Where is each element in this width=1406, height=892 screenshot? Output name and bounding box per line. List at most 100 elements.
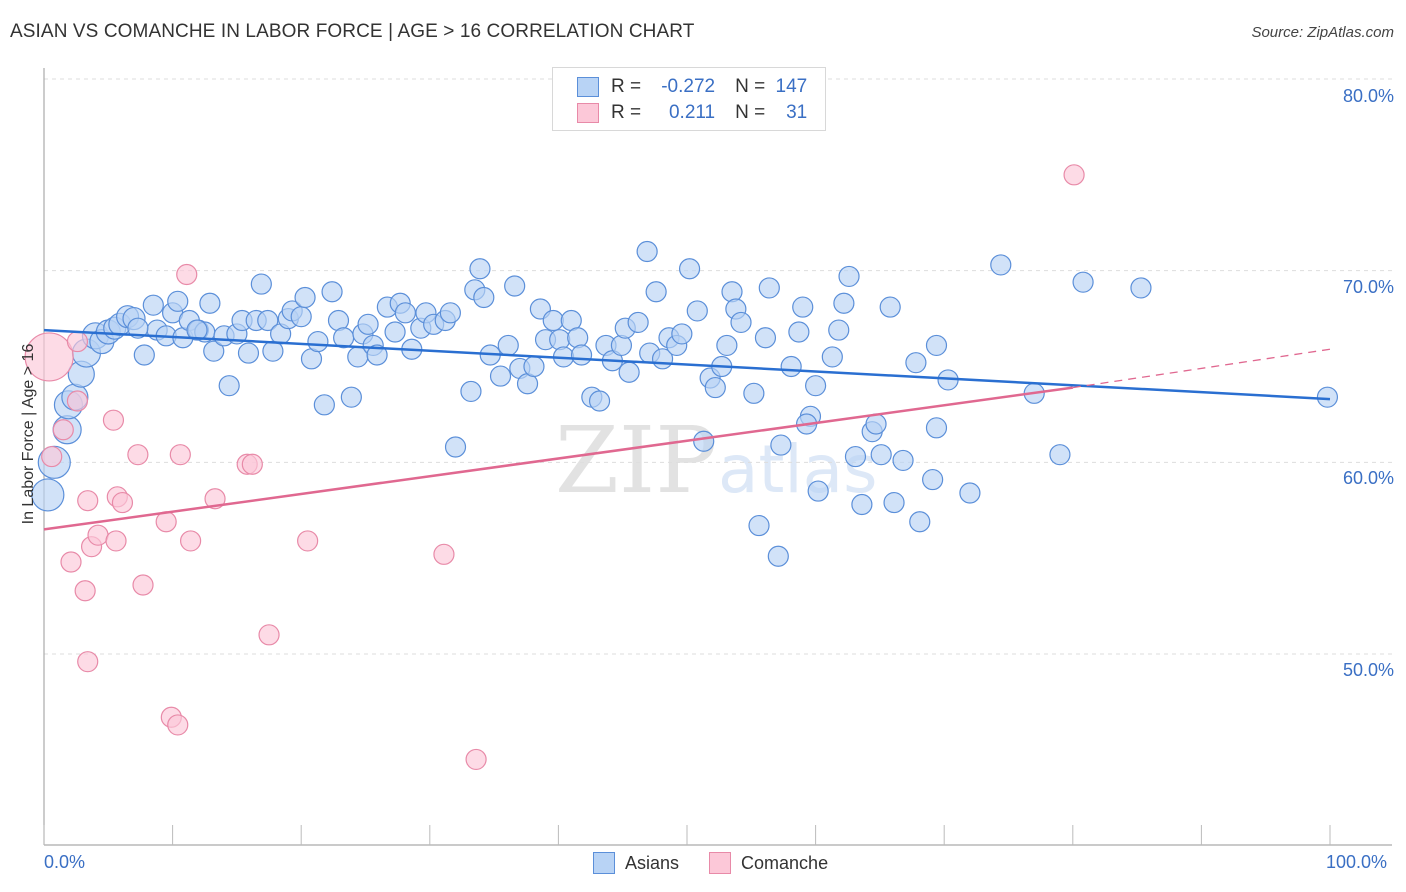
asians-point [627, 311, 649, 334]
comanche-point [105, 530, 127, 552]
asians-point [770, 434, 792, 456]
comanche-point [297, 530, 319, 552]
r-value: -0.272 [661, 76, 716, 97]
r-value: 0.211 [668, 102, 716, 123]
r-label: R = [611, 76, 642, 97]
asians-point [686, 300, 708, 322]
comanche-point [66, 390, 89, 412]
comanche-point [241, 453, 263, 475]
asians-point [340, 386, 362, 408]
legend-item-comanche[interactable]: Comanche [709, 852, 828, 874]
asians-point [833, 292, 855, 314]
x-tick-label-100: 100.0% [1326, 852, 1388, 872]
asians-point [905, 352, 927, 374]
asians-point [307, 330, 329, 353]
asians-point [792, 296, 814, 318]
comanche-point [111, 491, 134, 514]
y-tick-label-70: 70.0% [1342, 277, 1394, 297]
asians-point [384, 321, 406, 343]
watermark-zip: ZIP [555, 407, 717, 514]
asians-point [497, 334, 519, 357]
asians-point [444, 436, 467, 458]
asians-point [1049, 444, 1071, 466]
asians-point [645, 281, 667, 303]
asians-point [804, 375, 827, 397]
asians-point [788, 321, 810, 343]
y-tick-label-80: 80.0% [1342, 86, 1394, 106]
y-tick-label-60: 60.0% [1342, 468, 1394, 488]
asians-point [883, 491, 905, 514]
comanche-trend-extension [1072, 348, 1331, 389]
y-axis-label: In Labor Force | Age > 16 [20, 343, 37, 525]
asians-point [909, 511, 931, 533]
asians-point [767, 545, 789, 567]
asians-point [250, 273, 272, 295]
asians-point [588, 390, 611, 412]
watermark-atlas: atlas [718, 431, 878, 508]
asians-point [925, 417, 948, 439]
asians-point [610, 334, 633, 357]
asians-point [460, 380, 482, 403]
comanche-point [1063, 164, 1085, 186]
legend-row-asians: R = -0.272 N = 147 [577, 75, 807, 99]
legend-label-asians: Asians [625, 852, 680, 873]
asians-point [828, 319, 850, 341]
asians-point [357, 313, 379, 335]
asians-point [290, 306, 312, 328]
scatter-chart: ZIP atlas [24, 68, 1392, 846]
asians-point [439, 302, 461, 324]
asians-point [730, 311, 752, 334]
asians-point [743, 382, 765, 404]
comanche-point [258, 624, 280, 646]
asians-point [704, 376, 726, 399]
asians-point [716, 334, 738, 357]
asians-point [758, 277, 780, 299]
y-tick-label-50: 50.0% [1342, 660, 1394, 680]
asians-point [294, 286, 316, 309]
asians-point [821, 346, 843, 368]
asians-point [892, 449, 914, 472]
correlation-legend: R = -0.272 N = 147 R = 0.211 N = 31 [552, 67, 826, 131]
y-axis-label-wrap: In Labor Force | Age > 16 [14, 310, 44, 570]
asians-point [693, 430, 715, 452]
comanche-swatch [709, 852, 732, 874]
asians-point [754, 327, 777, 349]
legend-item-asians[interactable]: Asians [593, 852, 679, 874]
comanche-point [127, 444, 149, 466]
asians-point [313, 394, 335, 416]
asians-point [1316, 386, 1339, 408]
asians-point [959, 482, 981, 504]
asians-point [321, 281, 343, 303]
asians-point [844, 445, 867, 468]
series-legend: Asians Comanche [593, 852, 858, 874]
asians-point [721, 281, 743, 303]
asians-point [218, 375, 240, 397]
comanche-point [132, 574, 154, 596]
comanche-point [102, 409, 125, 431]
x-tick-label-0: 0.0% [44, 852, 86, 872]
asians-point [922, 468, 944, 491]
asians-point [142, 294, 164, 316]
asians-swatch [577, 77, 599, 97]
comanche-point [41, 445, 63, 468]
asians-point [523, 355, 545, 378]
asians-point [879, 296, 901, 318]
legend-row-comanche: R = 0.211 N = 31 [577, 101, 807, 125]
n-label: N = [735, 76, 766, 97]
comanche-point [52, 419, 74, 441]
asians-point [237, 342, 260, 364]
r-label: R = [611, 102, 642, 123]
asians-point [394, 302, 416, 324]
comanche-point [87, 524, 109, 546]
asians-point [870, 444, 892, 466]
asians-point [469, 258, 491, 280]
asians-point [570, 344, 593, 366]
comanche-point [465, 748, 487, 771]
asians-point [199, 292, 221, 314]
legend-label-comanche: Comanche [741, 852, 829, 873]
asians-point [636, 240, 658, 263]
asians-point [865, 413, 887, 435]
asians-point [851, 493, 873, 516]
asians-point [671, 323, 693, 345]
asians-point [1072, 271, 1094, 293]
